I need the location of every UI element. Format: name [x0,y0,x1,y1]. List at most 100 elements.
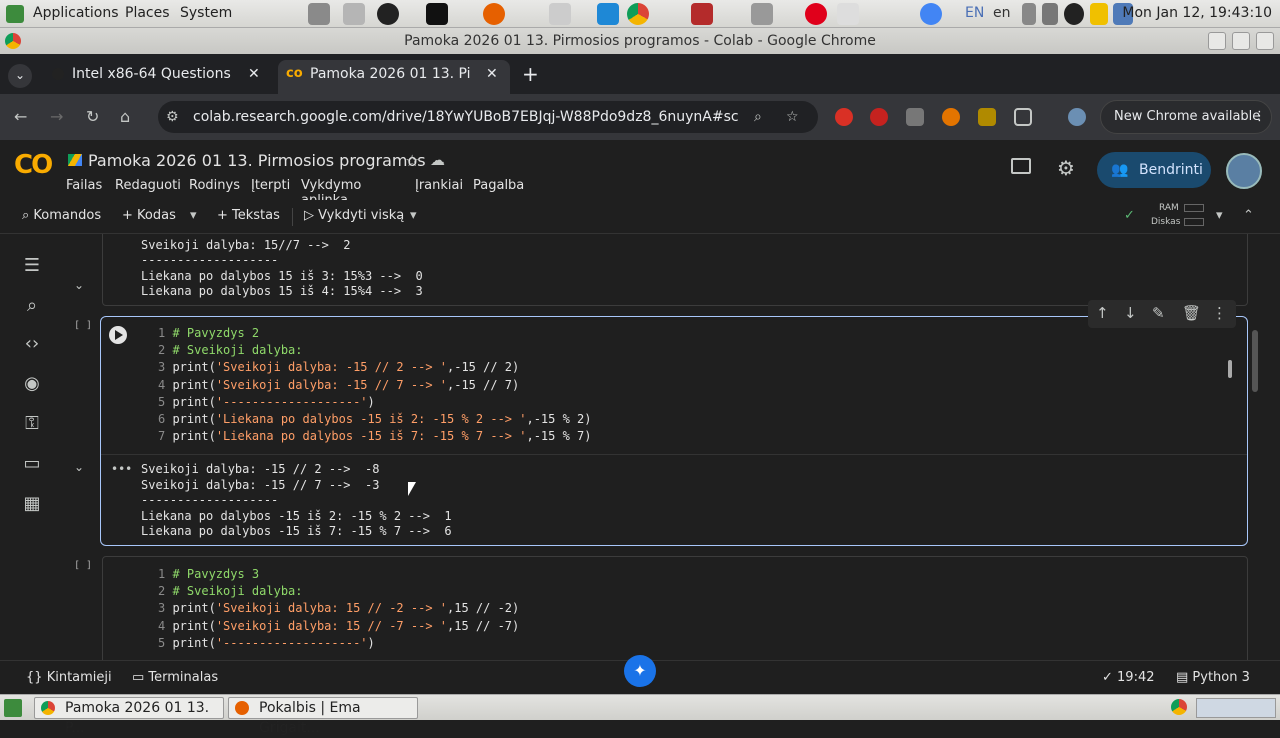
editor-launcher-icon[interactable] [837,3,859,25]
code-editor-3[interactable]: 1 # Pavyzdys 32 # Sveikoji dalyba: 3 prin… [158,566,1218,656]
vscode-launcher-icon[interactable] [597,3,619,25]
editor-scrollbar[interactable] [1228,360,1232,378]
comments-icon[interactable] [1011,158,1031,174]
workspace-switcher[interactable] [1196,698,1276,718]
add-text-button[interactable]: + Tekstas [217,208,280,223]
find-icon[interactable]: ⌕ [22,296,42,316]
extension-printer-icon[interactable] [906,108,924,126]
settings-gear-icon[interactable]: ⚙ [1057,156,1075,180]
edit-magic-icon[interactable]: ✎ [1152,304,1165,322]
variables-inspector-icon[interactable]: ◉ [22,374,42,394]
tab-close-icon[interactable]: ✕ [248,60,260,88]
show-desktop-icon[interactable] [4,699,22,717]
chromium-tray-icon[interactable] [920,3,942,25]
taskbar-item-firefox[interactable]: Pokalbis | Ema Grigait... [228,697,418,736]
table-of-contents-icon[interactable]: ☰ [22,256,42,276]
commands-button[interactable]: ⌕ Komandos [22,208,101,223]
code-line[interactable]: 2 # Sveikoji dalyba: [158,583,303,600]
files-folder-icon[interactable]: ▭ [22,454,42,474]
system-menu-icon[interactable] [6,5,24,23]
account-avatar[interactable] [1226,153,1262,189]
delete-cell-icon[interactable]: 🗑 [1182,304,1201,322]
opera-launcher-icon[interactable] [805,3,827,25]
tex-launcher-icon[interactable] [343,3,365,25]
volume-icon[interactable] [1042,3,1058,25]
tab-close-icon[interactable]: ✕ [486,60,498,88]
data-table-icon[interactable]: ▦ [22,494,42,514]
code-line[interactable]: 1 # Pavyzdys 2 [158,325,259,342]
maximize-button[interactable] [1232,32,1250,50]
code-snippets-icon[interactable]: ‹› [22,334,42,354]
address-bar[interactable]: ⚙ colab.research.google.com/drive/18YwYU… [158,101,818,133]
notebook-title[interactable]: Pamoka 2026 01 13. Pirmosios programos [88,151,426,170]
disk-label[interactable]: Diskas [1151,217,1180,227]
system-clock[interactable]: Mon Jan 12, 19:43:10 [1122,5,1272,21]
runtime-button[interactable]: ▤ Python 3 [1176,670,1250,685]
add-code-dropdown-icon[interactable]: ▾ [190,208,197,223]
code-line[interactable]: 2 # Sveikoji dalyba: [158,342,303,359]
reload-icon[interactable]: ↻ [86,107,99,126]
forward-icon[interactable]: → [50,107,63,126]
menu-failas[interactable]: Failas [66,178,102,193]
menu-rodinys[interactable]: Rodinys [189,178,240,193]
tab-intel-questions[interactable]: Intel x86-64 Questions ✕ [42,60,274,94]
audio-icon[interactable] [1022,3,1036,25]
menu-iterpti[interactable]: Įterpti [251,178,290,193]
code-line[interactable]: 5 print('-------------------') [158,635,375,652]
code-line[interactable]: 6 print('Liekana po dalybos -15 iš 2: -1… [158,411,592,428]
code-line[interactable]: 7 print('Liekana po dalybos -15 iš 7: -1… [158,428,592,445]
code-line[interactable]: 3 print('Sveikoji dalyba: -15 // 2 --> '… [158,359,519,376]
new-chrome-available-button[interactable]: New Chrome available ⋮ [1100,100,1272,134]
add-code-button[interactable]: + Kodas [122,208,176,223]
cloud-saved-icon[interactable]: ☁ [430,151,445,169]
extension-orange-icon[interactable] [942,108,960,126]
zoom-search-icon[interactable]: ⌕ [754,101,762,133]
move-cell-down-icon[interactable]: ↓ [1124,304,1137,322]
code-line[interactable]: 1 # Pavyzdys 3 [158,566,259,583]
extension-red-icon[interactable] [835,108,853,126]
drive-icon[interactable] [68,154,82,166]
gemini-sparkle-icon[interactable]: ✦ [624,655,656,687]
keyboard-layout[interactable]: EN [965,5,984,21]
url-text[interactable]: colab.research.google.com/drive/18YwYUBo… [193,101,738,133]
xmind-launcher-icon[interactable] [691,3,713,25]
tool-launcher-icon[interactable] [308,3,330,25]
output-actions-icon[interactable]: ••• [111,462,132,476]
resources-dropdown-icon[interactable]: ▾ [1216,208,1223,223]
menu-redaguoti[interactable]: Redaguoti [115,178,181,193]
run-all-dropdown-icon[interactable]: ▾ [410,208,417,223]
close-window-button[interactable] [1256,32,1274,50]
applications-menu[interactable]: Applications [33,5,119,21]
collapse-header-icon[interactable]: ⌃ [1243,208,1254,223]
run-all-button[interactable]: ▷ Vykdyti viską [304,208,404,223]
menu-irankiai[interactable]: Įrankiai [415,178,463,193]
collapse-output-icon[interactable]: ⌄ [74,278,84,292]
terminal-button[interactable]: ▭ Terminalas [132,670,218,685]
home-icon[interactable]: ⌂ [120,107,130,126]
menu-pagalba[interactable]: Pagalba [473,178,524,193]
code-line[interactable]: 5 print('-------------------') [158,394,375,411]
tray-chrome-icon[interactable] [1171,699,1187,715]
adblock-icon[interactable] [870,108,888,126]
ram-label[interactable]: RAM [1159,203,1179,213]
places-menu[interactable]: Places [125,5,170,21]
profile-icon[interactable] [1068,108,1086,126]
more-actions-icon[interactable]: ⋮ [1212,304,1227,322]
bookmark-star-icon[interactable]: ☆ [786,101,799,133]
terminal-launcher-icon[interactable] [426,3,448,25]
chrome-menu-icon[interactable]: ⋮ [1253,101,1266,133]
scanner-launcher-icon[interactable] [751,3,773,25]
notebook-scrollbar[interactable] [1252,330,1258,392]
code-line[interactable]: 4 print('Sveikoji dalyba: 15 // -7 --> '… [158,618,519,635]
p-tray-icon[interactable] [1090,3,1108,25]
collapse-cell-output-icon[interactable]: ⌄ [74,460,84,474]
tab-colab-notebook[interactable]: co Pamoka 2026 01 13. Pirm ✕ [278,60,510,94]
input-method[interactable]: en [993,5,1011,21]
tab-search-icon[interactable]: ⌄ [8,64,32,88]
files-launcher-icon[interactable] [549,3,571,25]
last-run-status[interactable]: ✓ 19:42 [1102,670,1155,685]
site-info-icon[interactable]: ⚙ [166,101,179,133]
code-editor-2[interactable]: 1 # Pavyzdys 22 # Sveikoji dalyba: 3 prin… [158,325,1218,450]
colab-logo[interactable]: CO [14,150,53,180]
star-icon[interactable]: ☆ [405,151,419,170]
